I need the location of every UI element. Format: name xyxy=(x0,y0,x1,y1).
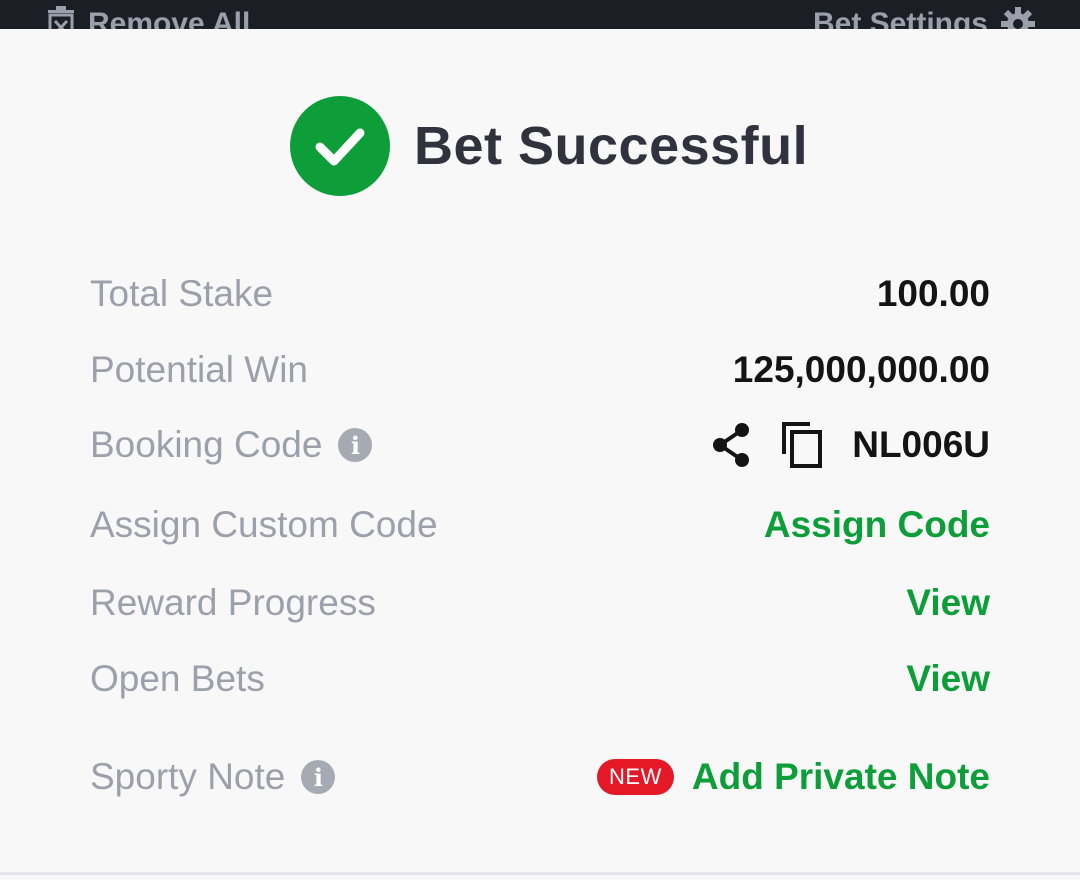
total-stake-label: Total Stake xyxy=(90,273,274,314)
booking-code-value[interactable]: NL006U xyxy=(852,424,990,466)
potential-win-value: 125,000,000.00 xyxy=(732,349,990,390)
page-title: Bet Successful xyxy=(414,116,809,176)
copy-icon[interactable] xyxy=(780,420,824,470)
reward-progress-view-link[interactable]: View xyxy=(906,582,990,624)
open-bets-row: Open Bets View xyxy=(90,649,990,709)
success-header: Bet Successful xyxy=(290,96,808,196)
check-circle-icon xyxy=(290,96,390,196)
booking-code-label-group: Booking Code i xyxy=(90,424,373,466)
panel-divider xyxy=(0,872,1080,875)
open-bets-view-link[interactable]: View xyxy=(906,658,990,700)
new-badge: NEW xyxy=(597,759,674,795)
assign-custom-code-label: Assign Custom Code xyxy=(90,504,438,545)
total-stake-row: Total Stake 100.00 xyxy=(90,264,990,324)
add-private-note-link[interactable]: Add Private Note xyxy=(692,756,990,798)
reward-progress-label: Reward Progress xyxy=(90,582,376,623)
sporty-note-label-group: Sporty Note i xyxy=(90,756,336,798)
info-icon[interactable]: i xyxy=(338,428,373,462)
open-bets-label: Open Bets xyxy=(90,658,265,699)
potential-win-row: Potential Win 125,000,000.00 xyxy=(90,340,990,400)
booking-code-row: Booking Code i NL006U xyxy=(90,415,990,475)
assign-custom-code-row: Assign Custom Code Assign Code xyxy=(90,495,990,555)
total-stake-value: 100.00 xyxy=(876,273,990,314)
sporty-note-row: Sporty Note i NEW Add Private Note xyxy=(90,747,990,807)
add-private-note-group: NEW Add Private Note xyxy=(597,756,990,798)
booking-code-label: Booking Code xyxy=(90,424,323,465)
assign-code-link[interactable]: Assign Code xyxy=(764,504,990,546)
share-icon[interactable] xyxy=(710,422,752,468)
potential-win-label: Potential Win xyxy=(90,349,308,390)
reward-progress-row: Reward Progress View xyxy=(90,573,990,633)
sporty-note-label: Sporty Note xyxy=(90,756,286,797)
info-icon[interactable]: i xyxy=(301,760,336,794)
booking-code-value-group: NL006U xyxy=(710,420,990,470)
